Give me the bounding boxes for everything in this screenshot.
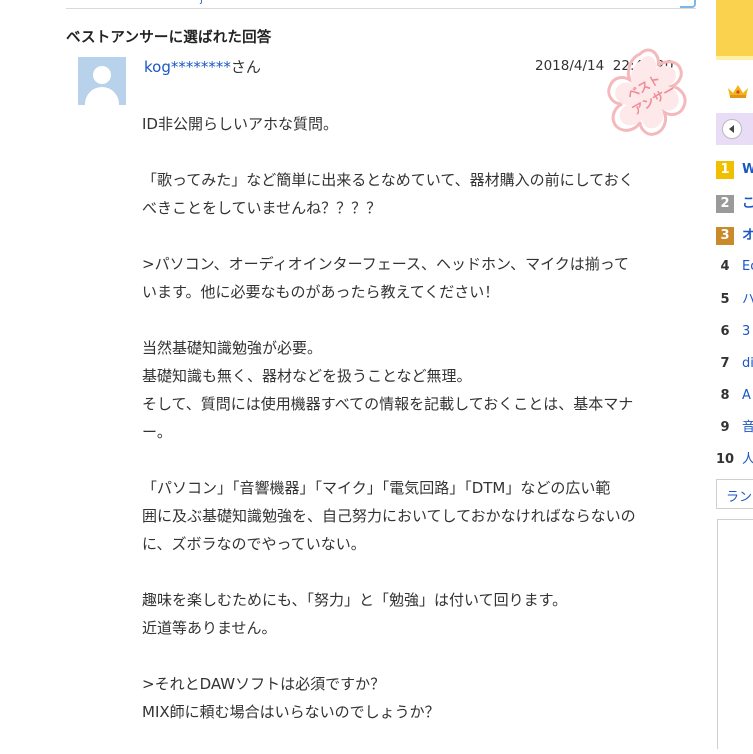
ranking-title[interactable]: こ (742, 195, 753, 213)
answer-line: 当然基礎知識勉強が必要。 (142, 339, 323, 357)
avatar[interactable] (78, 57, 126, 105)
previous-section-edge: j (66, 0, 696, 9)
right-sidebar: 1W2こ3オ4Ec5ハ637di8A9音10人 ラン (716, 0, 753, 749)
ranking-title[interactable]: A (742, 387, 751, 405)
answer-line: べきことをしていませんね？？？？ (142, 199, 382, 217)
ranking-number: 3 (716, 227, 734, 245)
answer-line: 基礎知識も無く、器材などを扱うことなど無理。 (142, 367, 472, 385)
answer-line: 「パソコン」「音響機器」「マイク」「電気回路」「DTM」などの広い範 (142, 479, 611, 497)
best-answer-heading: ベストアンサーに選ばれた回答 (66, 30, 272, 46)
answer-body: ID非公開らしいアホな質問。「歌ってみた」など簡単に出来るとなめていて、器材購入… (142, 110, 682, 754)
ranking-item[interactable]: 2こ (716, 193, 753, 215)
previous-link-fragment[interactable]: j (200, 0, 203, 5)
ranking-item[interactable]: 4 Ec (716, 256, 753, 278)
answerer-name: kog********さん (144, 56, 261, 77)
ranking-item[interactable]: 5ハ (716, 289, 753, 311)
ranking-title[interactable]: di (742, 355, 753, 373)
answer-paragraph: 「歌ってみた」など簡単に出来るとなめていて、器材購入の前にしておく べきことをして… (142, 166, 682, 222)
ranking-title[interactable]: 音 (742, 419, 753, 437)
answer-paragraph: 趣味を楽しむためにも、「努力」と「勉強」は付いて回ります。 近道等ありません。 (142, 586, 682, 642)
ranking-item[interactable]: 10 人 (716, 449, 753, 471)
avatar-head-shape (93, 66, 111, 84)
ranking-item[interactable]: 63 (716, 321, 753, 343)
answer-line: います。他に必要なものがあったら教えてください！ (142, 283, 500, 301)
ranking-item[interactable]: 3オ (716, 225, 753, 247)
crown-icon (726, 83, 750, 99)
answer-paragraph: >それとDAWソフトは必須ですか？ MIX師に頼む場合はいらないのでしょうか？ (142, 670, 682, 726)
ranking-header (716, 113, 753, 145)
honorific: さん (230, 58, 261, 76)
ranking-title[interactable]: W (742, 161, 753, 179)
sidebar-banner-bar (716, 0, 753, 56)
ranking-title[interactable]: Ec (742, 258, 753, 276)
ranking-number: 4 (720, 259, 730, 274)
ranking-number: 8 (720, 388, 730, 403)
answer-line: 「歌ってみた」など簡単に出来るとなめていて、器材購入の前にしておく (142, 171, 634, 189)
ranking-number: 5 (720, 292, 730, 307)
answer-line: 趣味を楽しむためにも、「努力」と「勉強」は付いて回ります。 (142, 591, 568, 609)
ranking-number: 7 (720, 356, 730, 371)
ranking-title[interactable]: 人 (742, 451, 753, 469)
avatar-body-shape (85, 87, 119, 105)
answer-line: 囲に及ぶ基礎知識勉強を、自己努力においてしておかなければならないの (142, 507, 636, 525)
ranking-item[interactable]: 8A (716, 385, 753, 407)
answer-line: そして、質問には使用機器すべての情報を記載しておくことは、基本マナ (142, 395, 634, 413)
answer-line: MIX師に頼む場合はいらないのでしょうか？ (142, 703, 440, 721)
sidebar-banner[interactable] (716, 0, 753, 60)
ranking-number: 2 (716, 195, 734, 213)
ranking-title[interactable]: 3 (742, 323, 750, 341)
corner-curl-icon (680, 0, 696, 8)
chevron-left-icon[interactable] (722, 119, 742, 139)
ranking-number: 9 (720, 420, 730, 435)
answer-paragraph: >パソコン、オーディオインターフェース、ヘッドホン、マイクは揃って います。他に必… (142, 250, 682, 306)
ranking-item[interactable]: 1W (716, 159, 753, 181)
answer-line: ID非公開らしいアホな質問。 (142, 115, 338, 133)
main-content: j ベストアンサーに選ばれた回答 kog********さん 2018/4/14… (0, 0, 716, 749)
sidebar-ad-box (717, 519, 753, 749)
ranking-more-button[interactable]: ラン (716, 479, 753, 509)
answer-paragraph: 当然基礎知識勉強が必要。基礎知識も無く、器材などを扱うことなど無理。そして、質問… (142, 334, 682, 446)
answer-line: 近道等ありません。 (142, 619, 277, 637)
ranking-number: 10 (716, 452, 735, 467)
answer-line: >パソコン、オーディオインターフェース、ヘッドホン、マイクは揃って (142, 255, 630, 273)
ranking-item[interactable]: 9音 (716, 417, 753, 439)
ranking-more-label: ラン (726, 490, 753, 505)
answer-paragraph: 「パソコン」「音響機器」「マイク」「電気回路」「DTM」などの広い範囲に及ぶ基礎… (142, 474, 682, 558)
answer-line: ー。 (142, 423, 172, 441)
answer-paragraph: ID非公開らしいアホな質問。 (142, 110, 682, 138)
ranking-title[interactable]: オ (742, 227, 753, 245)
ranking-number: 1 (716, 161, 734, 179)
ranking-number: 6 (720, 324, 730, 339)
ranking-item[interactable]: 7 di (716, 353, 753, 375)
answer-line: >それとDAWソフトは必須ですか？ (142, 675, 386, 693)
ranking-title[interactable]: ハ (742, 291, 753, 309)
username-link[interactable]: kog******** (144, 58, 231, 76)
answer-line: に、ズボラなのでやっていない。 (142, 535, 366, 553)
